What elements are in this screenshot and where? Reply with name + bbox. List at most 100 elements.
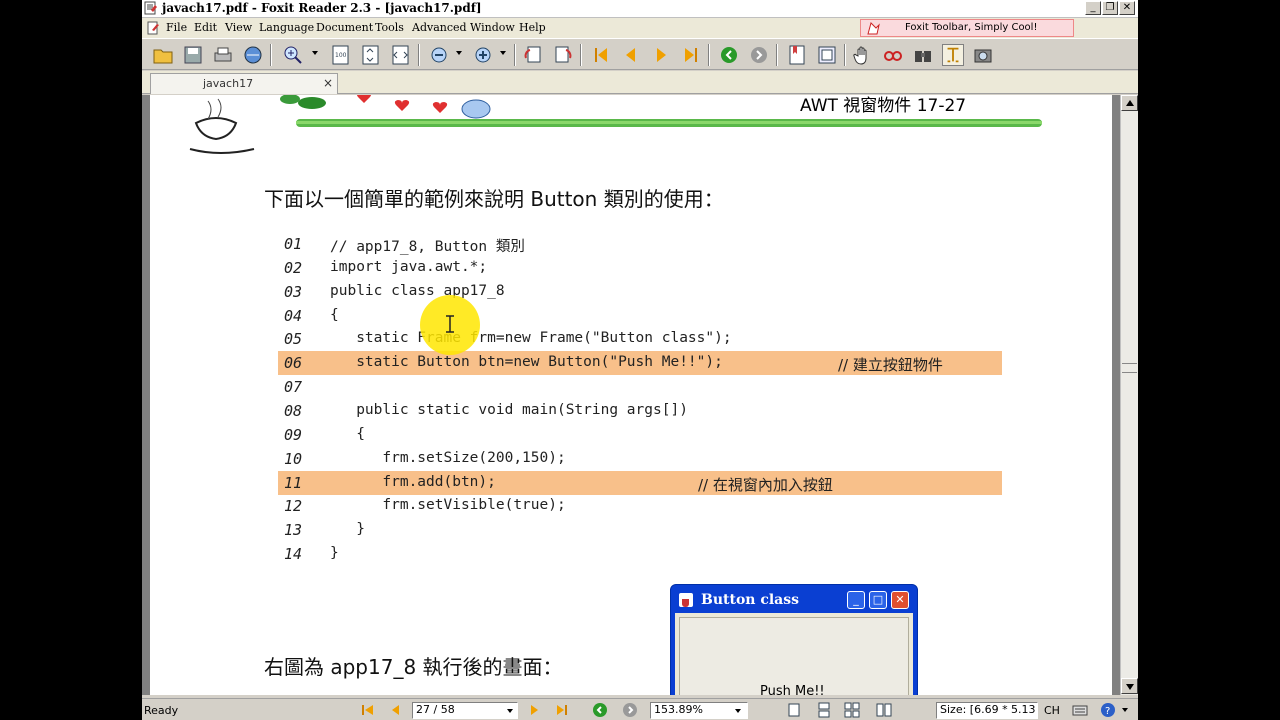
- code-line: 06 static Button btn=new Button("Push Me…: [278, 351, 1002, 376]
- java-cup-icon: [679, 593, 693, 607]
- help-icon[interactable]: ?: [1100, 702, 1116, 718]
- scroll-down-button[interactable]: [1121, 678, 1138, 694]
- go-forward-icon[interactable]: [622, 702, 638, 718]
- single-page-icon[interactable]: [786, 702, 802, 718]
- save-icon[interactable]: [182, 44, 204, 66]
- first-page-icon[interactable]: [590, 44, 612, 66]
- go-back-icon[interactable]: [718, 44, 740, 66]
- actual-size-icon[interactable]: 100: [330, 44, 352, 66]
- line-number: 12: [284, 497, 303, 516]
- go-forward-icon[interactable]: [748, 44, 770, 66]
- code-line: 13 }: [278, 518, 1002, 542]
- line-number: 07: [284, 378, 303, 397]
- facing-pages-icon[interactable]: [844, 702, 860, 718]
- status-bar: Ready 27 / 58 153.89% Size: [6.69 * 5.13…: [142, 698, 1138, 720]
- menu-help[interactable]: Help: [519, 21, 546, 34]
- previous-page-icon[interactable]: [620, 44, 642, 66]
- continuous-page-icon[interactable]: [816, 702, 832, 718]
- menu-tools[interactable]: Tools: [375, 21, 404, 34]
- foxit-reader-window: javach17.pdf - Foxit Reader 2.3 - [javac…: [142, 0, 1138, 720]
- snapshot-camera-icon[interactable]: [972, 44, 994, 66]
- fit-page-icon[interactable]: [360, 44, 382, 66]
- text-select-tool-icon[interactable]: [942, 44, 964, 66]
- open-icon[interactable]: [152, 44, 174, 66]
- page-number-field[interactable]: 27 / 58: [412, 702, 518, 719]
- svg-text:?: ?: [1105, 706, 1110, 717]
- code-text: {: [330, 425, 365, 442]
- last-page-icon[interactable]: [680, 44, 702, 66]
- zoom-in-circle-icon[interactable]: [472, 44, 494, 66]
- thumbnail-icon[interactable]: [816, 44, 838, 66]
- page-indicator: 27 / 58: [416, 703, 455, 716]
- zoom-in-icon[interactable]: [282, 44, 304, 66]
- print-icon[interactable]: [212, 44, 234, 66]
- code-line: 09 {: [278, 423, 1002, 447]
- zoom-out-circle-icon[interactable]: [428, 44, 450, 66]
- close-button[interactable]: ✕: [1119, 1, 1135, 15]
- menu-window[interactable]: Window: [470, 21, 515, 34]
- email-icon[interactable]: [242, 44, 264, 66]
- zoom-in-dropdown-arrow[interactable]: [500, 51, 506, 55]
- minimize-button[interactable]: _: [1085, 1, 1101, 15]
- code-text: {: [330, 306, 339, 323]
- code-text: public class app17_8: [330, 282, 505, 299]
- document-viewport[interactable]: AWT 視窗物件 17-27 下面以一個簡單的範例來說明 Button 類別的使…: [142, 95, 1120, 695]
- menu-document[interactable]: Document: [316, 21, 373, 34]
- menu-file[interactable]: File: [166, 21, 187, 34]
- go-back-icon[interactable]: [592, 702, 608, 718]
- caption-paragraph: 右圖為 app17_8 執行後的畫面：: [264, 655, 563, 679]
- menu-advanced[interactable]: Advanced: [412, 21, 467, 34]
- menu-view[interactable]: View: [225, 21, 252, 34]
- fit-width-icon[interactable]: [390, 44, 412, 66]
- restore-button[interactable]: ❐: [1102, 1, 1118, 15]
- tab-javach17[interactable]: javach17 ×: [150, 73, 338, 94]
- next-page-icon[interactable]: [526, 702, 542, 718]
- foxit-toolbar-ad[interactable]: Foxit Toolbar, Simply Cool!: [860, 19, 1074, 37]
- rotate-left-icon[interactable]: [522, 44, 544, 66]
- code-text: frm.setVisible(true);: [330, 497, 566, 514]
- zoom-out-dropdown-arrow[interactable]: [456, 51, 462, 55]
- continuous-facing-icon[interactable]: [876, 702, 892, 718]
- title-bar: javach17.pdf - Foxit Reader 2.3 - [javac…: [142, 0, 1138, 18]
- line-number: 13: [284, 521, 303, 540]
- code-line: 03 public class app17_8: [278, 280, 1002, 304]
- last-page-icon[interactable]: [554, 702, 570, 718]
- input-language[interactable]: CH: [1044, 704, 1060, 717]
- code-text: static Frame frm=new Frame("Button class…: [330, 330, 732, 347]
- menu-language[interactable]: Language: [259, 21, 314, 34]
- previous-page-icon[interactable]: [388, 702, 404, 718]
- page-dropdown-arrow[interactable]: [507, 709, 513, 713]
- page-size-field: Size: [6.69 * 5.13: [936, 702, 1038, 719]
- bookmark-panel-icon[interactable]: [786, 44, 808, 66]
- find-binoculars-icon[interactable]: [912, 44, 934, 66]
- keyboard-icon[interactable]: [1072, 702, 1088, 718]
- first-page-icon[interactable]: [360, 702, 376, 718]
- demo-push-button: Push Me!!: [679, 617, 909, 695]
- scroll-up-button[interactable]: [1121, 95, 1138, 111]
- zoom-field[interactable]: 153.89%: [650, 702, 748, 719]
- zoom-value: 153.89%: [654, 703, 703, 716]
- cursor-highlight: [420, 295, 480, 355]
- arrow-down-icon: [1126, 684, 1134, 690]
- line-number: 06: [284, 354, 303, 373]
- text-cursor-icon: [446, 315, 454, 333]
- zoom-dropdown-arrow[interactable]: [312, 51, 318, 55]
- zoom-dropdown-arrow[interactable]: [735, 709, 741, 713]
- rotate-right-icon[interactable]: [552, 44, 574, 66]
- line-number: 05: [284, 330, 303, 349]
- menu-edit[interactable]: Edit: [194, 21, 217, 34]
- help-dropdown-arrow[interactable]: [1122, 708, 1128, 712]
- ad-text: Foxit Toolbar, Simply Cool!: [905, 22, 1038, 33]
- code-line: 11 frm.add(btn); // 在視窗內加入按鈕: [278, 470, 1002, 495]
- hand-tool-icon[interactable]: [852, 44, 874, 66]
- tab-label: javach17: [203, 77, 254, 90]
- tab-close-icon[interactable]: ×: [323, 76, 333, 90]
- loupe-tool-icon[interactable]: [882, 44, 904, 66]
- code-text: static Button btn=new Button("Push Me!!"…: [330, 354, 723, 371]
- scroll-thumb[interactable]: [1122, 363, 1137, 373]
- line-number: 01: [284, 235, 303, 253]
- toolbar-separator: [708, 44, 710, 66]
- toolbar-separator: [844, 44, 846, 66]
- next-page-icon[interactable]: [650, 44, 672, 66]
- vertical-scrollbar[interactable]: [1120, 95, 1138, 695]
